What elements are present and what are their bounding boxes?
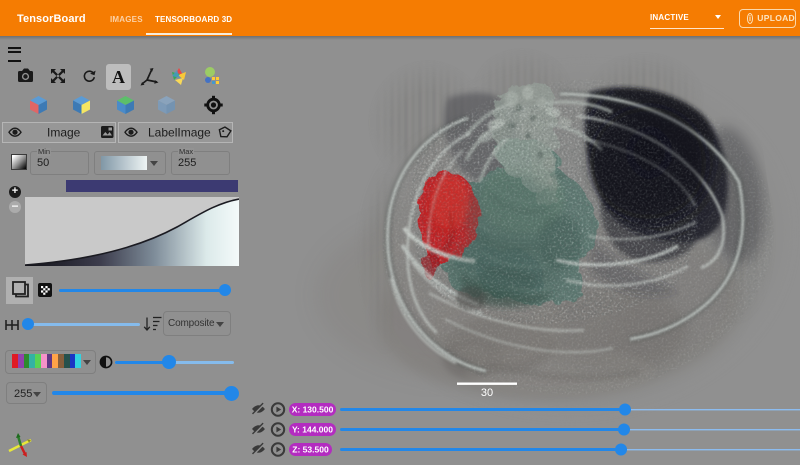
svg-text:Image: Image: [47, 126, 81, 140]
svg-text:X: 130.500: X: 130.500: [292, 404, 334, 414]
svg-text:Z: 53.500: Z: 53.500: [292, 444, 329, 454]
svg-text:A: A: [112, 67, 125, 87]
svg-text:Y: 144.000: Y: 144.000: [292, 424, 333, 434]
svg-text:30: 30: [481, 387, 493, 399]
svg-text:LabelImage: LabelImage: [148, 126, 211, 140]
